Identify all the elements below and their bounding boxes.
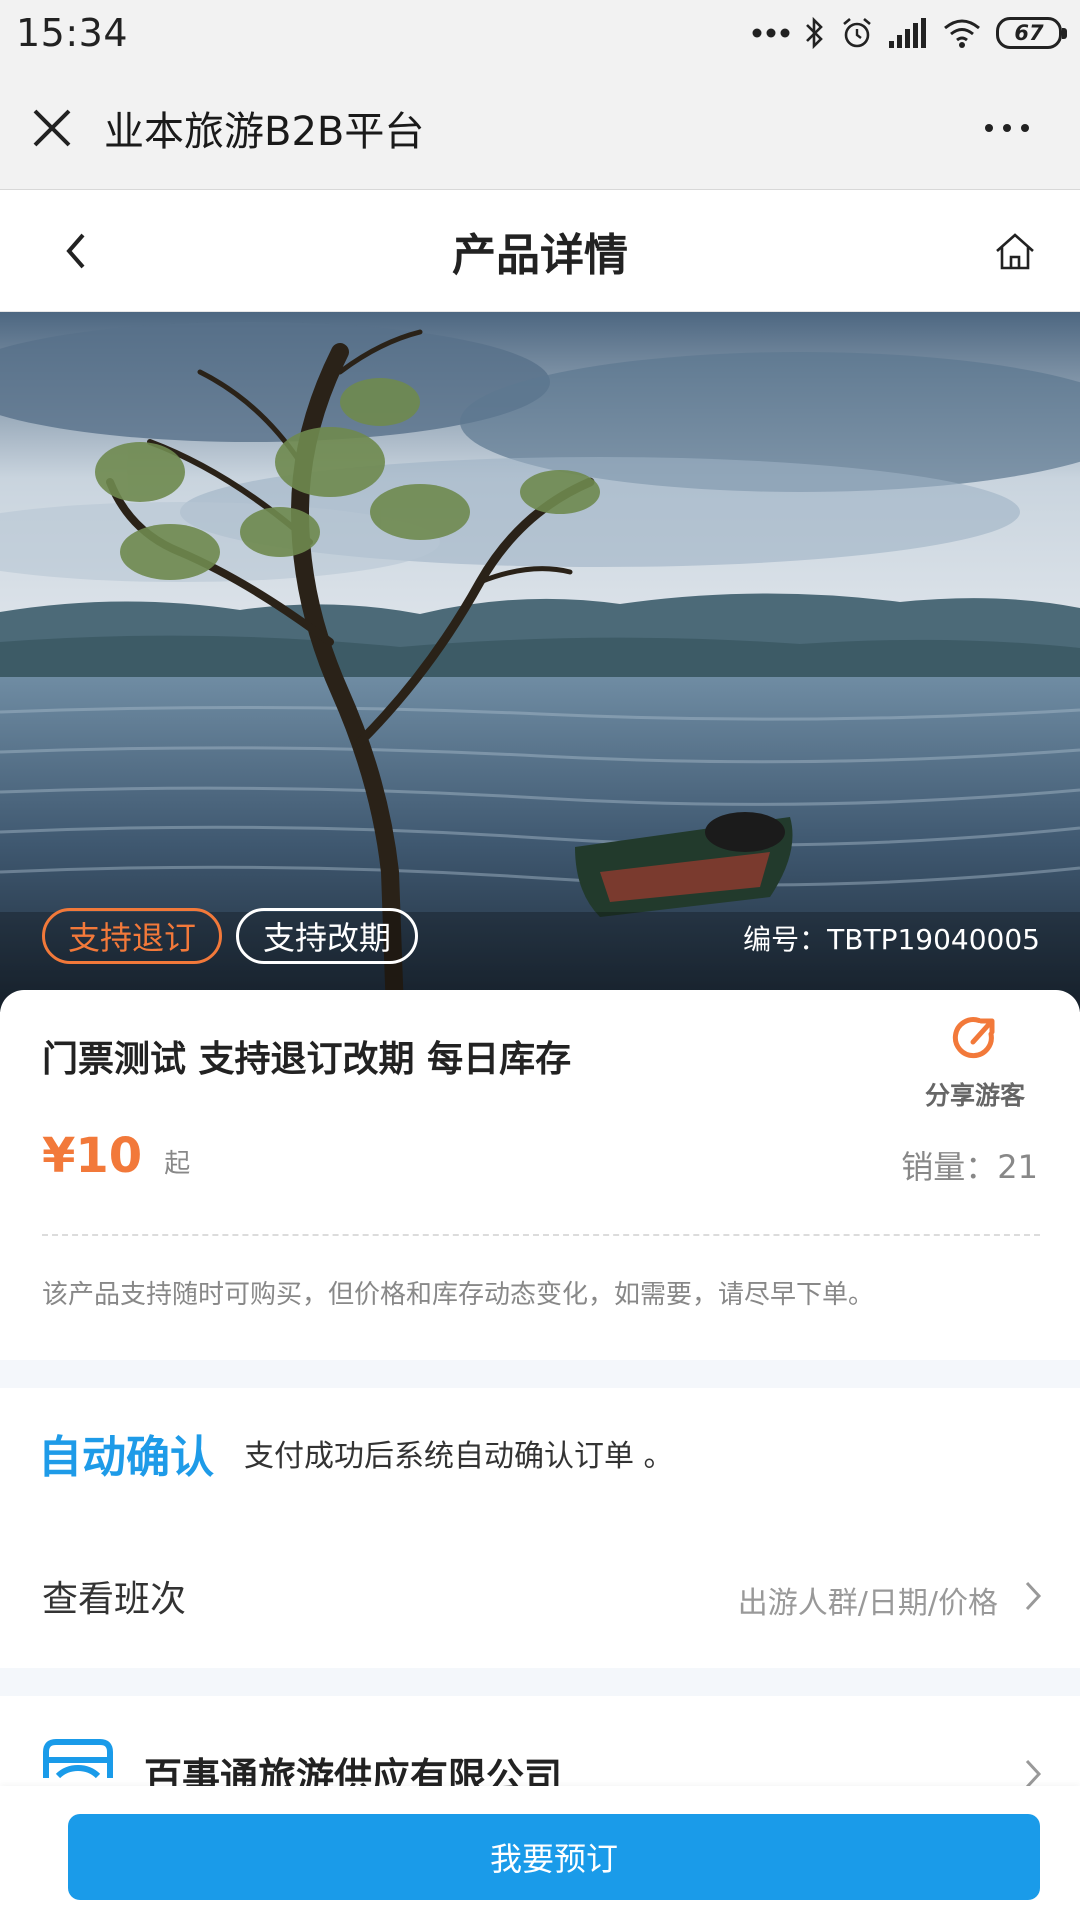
sales-count: 销量：21 xyxy=(901,1148,1038,1186)
book-now-button[interactable]: 我要预订 xyxy=(68,1814,1040,1900)
home-icon xyxy=(996,233,1034,270)
status-time: 15:34 xyxy=(16,11,129,55)
supplier-icon xyxy=(43,1739,113,1779)
divider xyxy=(42,1234,1040,1236)
more-icon-dot xyxy=(1021,124,1029,132)
section-gap xyxy=(0,1360,1080,1388)
app-header: 产品详情 xyxy=(0,190,1080,312)
share-icon xyxy=(952,1017,995,1059)
supplier-name: 百事通旅游供应有限公司 xyxy=(144,1755,563,1786)
supplier-row[interactable]: 百事通旅游供应有限公司 xyxy=(0,1696,1080,1786)
back-button[interactable] xyxy=(40,216,110,286)
share-button[interactable]: 分享游客 xyxy=(910,1012,1040,1112)
share-label: 分享游客 xyxy=(924,1081,1025,1110)
bluetooth-icon xyxy=(806,16,823,50)
purchase-notice: 该产品支持随时可购买，但价格和库存动态变化，如需要，请尽早下单。 xyxy=(42,1280,875,1310)
refund-supported-tag: 支持退订 xyxy=(42,908,222,964)
product-image[interactable]: 支持退订 支持改期 编号：TBTP19040005 xyxy=(0,312,1080,1012)
auto-confirm-badge: 自动确认 xyxy=(38,1432,214,1483)
price: ¥10 xyxy=(42,1128,143,1184)
page-title: 产品详情 xyxy=(452,229,628,281)
product-name: 门票测试 支持退订改期 每日库存 xyxy=(42,1039,572,1080)
product-info-card: 门票测试 支持退订改期 每日库存 分享游客 ¥10 起 销量：21 该产品支持随… xyxy=(0,990,1080,1360)
view-schedule-label: 查看班次 xyxy=(42,1579,187,1620)
home-button[interactable] xyxy=(980,216,1050,286)
product-code: 编号：TBTP19040005 xyxy=(743,923,1040,956)
battery-icon: 67 xyxy=(996,17,1067,49)
more-button[interactable] xyxy=(972,106,1042,150)
more-notifications-icon xyxy=(752,28,790,38)
more-icon-dot xyxy=(1003,124,1011,132)
alarm-icon xyxy=(843,18,871,48)
back-icon xyxy=(66,233,85,269)
bottom-action-bar: 我要预订 xyxy=(0,1786,1080,1920)
auto-confirm-text: 支付成功后系统自动确认订单 。 xyxy=(244,1439,674,1474)
view-schedule-row[interactable]: 查看班次 出游人群/日期/价格 xyxy=(0,1518,1080,1668)
more-icon-dot xyxy=(985,124,993,132)
section-gap xyxy=(0,1668,1080,1696)
page: 15:34 67 业本旅游B2B平台 产品详情 支持退订 支持改期 编号：TBT… xyxy=(0,0,1080,1920)
wifi-icon xyxy=(944,19,980,48)
close-icon xyxy=(33,109,71,146)
status-bar: 15:34 67 xyxy=(0,0,1080,66)
webview-title: 业本旅游B2B平台 xyxy=(104,108,425,155)
reschedule-supported-tag: 支持改期 xyxy=(236,908,418,964)
price-suffix: 起 xyxy=(164,1149,191,1179)
lake-scene-image xyxy=(0,312,1080,1012)
webview-title-bar: 业本旅游B2B平台 xyxy=(0,66,1080,190)
battery-level: 67 xyxy=(1014,21,1044,45)
chevron-right-icon xyxy=(1025,1581,1042,1611)
chevron-right-icon xyxy=(1025,1759,1042,1786)
price-row: ¥10 起 xyxy=(42,1128,190,1184)
auto-confirm-row: 自动确认 支付成功后系统自动确认订单 。 xyxy=(0,1388,1080,1518)
view-schedule-hint: 出游人群/日期/价格 xyxy=(737,1586,998,1621)
signal-icon xyxy=(889,18,926,48)
status-icons: 67 xyxy=(752,16,1067,50)
close-button[interactable] xyxy=(0,66,104,190)
